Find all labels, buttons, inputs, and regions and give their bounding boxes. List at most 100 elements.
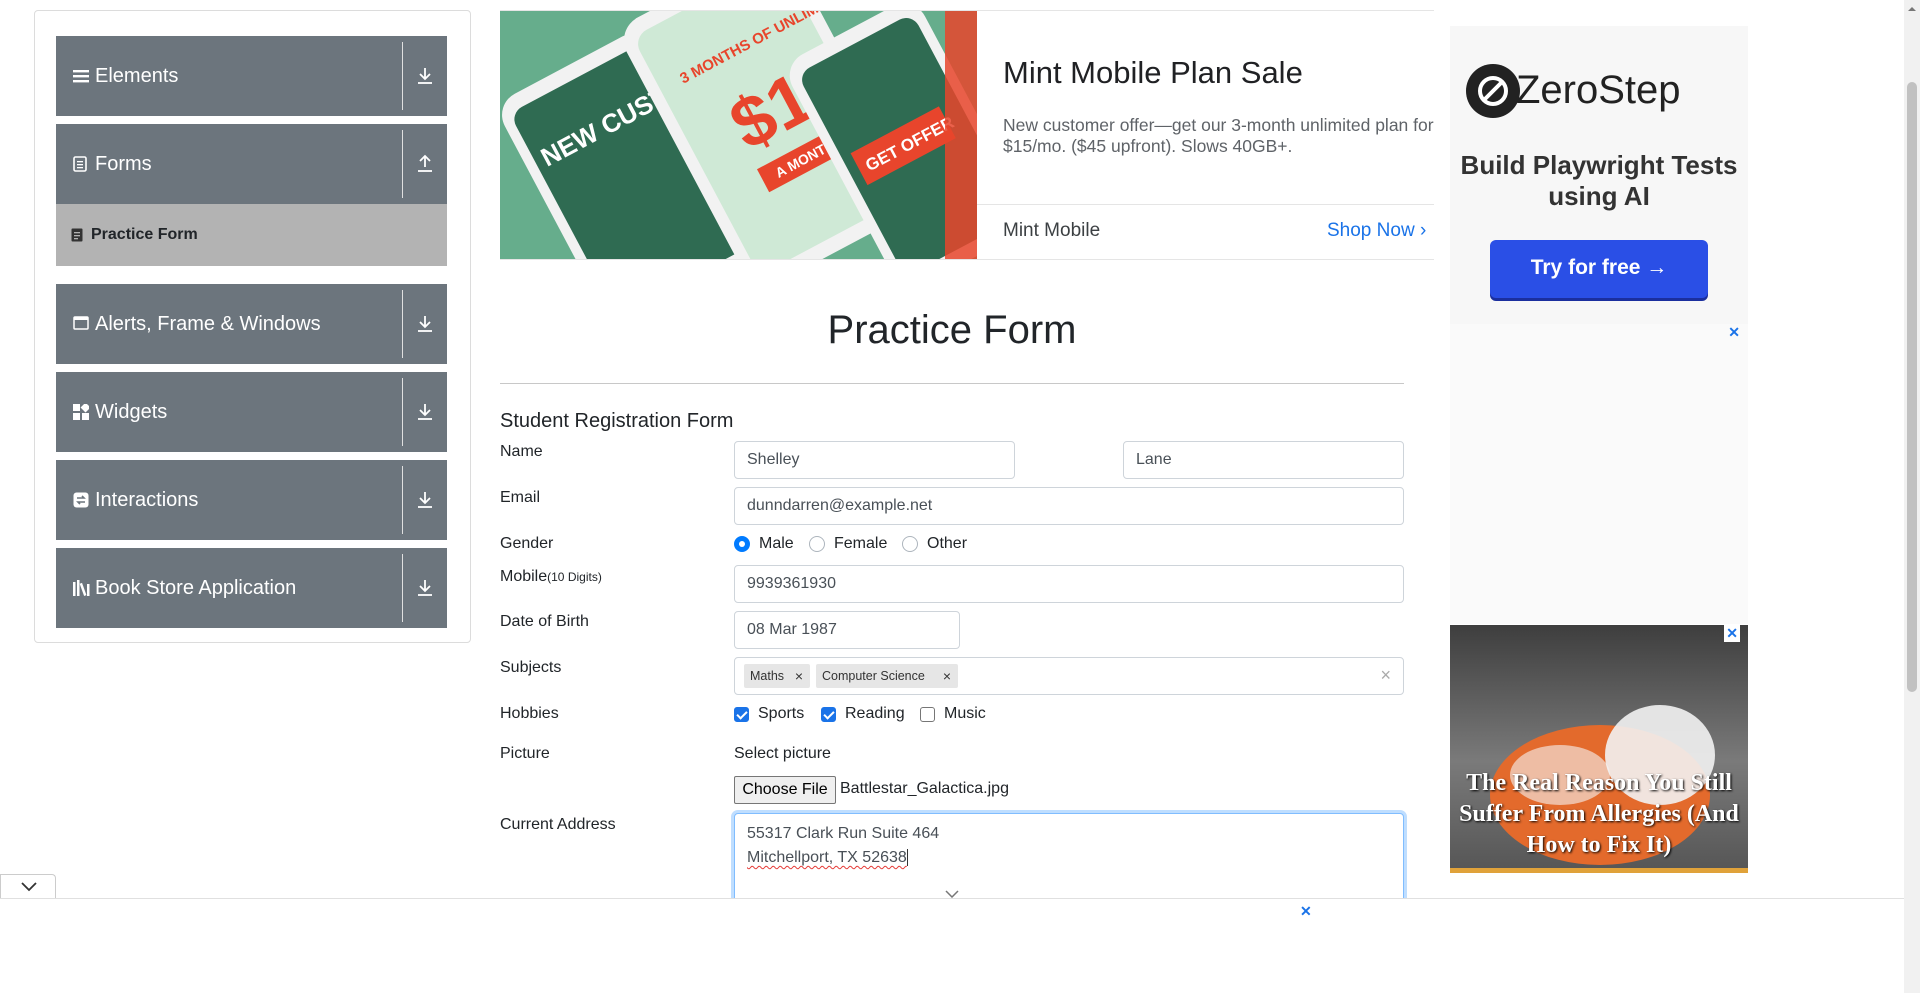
clear-icon[interactable]: × [1380, 665, 1391, 686]
chevron-down-icon [21, 882, 37, 892]
gender-label: Gender [500, 535, 554, 552]
sidebar-group-label: Book Store Application [95, 576, 297, 599]
sidebar-group-alerts[interactable]: Alerts, Frame & Windows [56, 284, 447, 364]
image-ad-headline: The Real Reason You Still Suffer From Al… [1459, 770, 1739, 858]
gender-option-label: Other [927, 535, 968, 552]
email-input[interactable]: dunndarren@example.net [734, 487, 1404, 525]
upload-icon[interactable] [413, 152, 437, 176]
chevron-right-icon: › [1419, 220, 1427, 241]
radio-unchecked[interactable] [902, 536, 918, 552]
picture-label: Picture [500, 745, 550, 762]
top-banner-ad[interactable]: NEW CUSTOMER OFFER 3 MONTHS OF UNLIMITED… [500, 10, 1434, 260]
radio-checked[interactable] [734, 536, 750, 552]
divider [402, 466, 403, 534]
gender-option-label: Female [834, 535, 888, 552]
sidebar-group-forms[interactable]: Forms [56, 124, 447, 204]
shop-now-link[interactable]: Shop Now › [1327, 220, 1426, 242]
ad-placeholder: ✕ [1450, 324, 1748, 624]
sidebar-group-label: Widgets [95, 400, 168, 423]
zerostep-tagline: Build Playwright Tests using AI [1460, 150, 1738, 211]
subject-chip: Maths × [744, 664, 810, 688]
name-label: Name [500, 443, 543, 460]
mobile-input[interactable]: 9939361930 [734, 565, 1404, 603]
divider [402, 378, 403, 446]
gender-other-radio[interactable]: Other [902, 535, 967, 553]
download-icon[interactable] [413, 64, 437, 88]
hobby-sports-checkbox[interactable]: Sports [734, 705, 804, 723]
divider [500, 383, 1404, 384]
widgets-icon [73, 402, 91, 420]
first-name-input[interactable]: Shelley [734, 441, 1015, 479]
radio-unchecked[interactable] [809, 536, 825, 552]
books-icon [73, 580, 90, 596]
gender-option-label: Male [759, 535, 794, 552]
subjects-label: Subjects [500, 659, 562, 676]
current-address-label: Current Address [500, 816, 616, 833]
remove-icon[interactable]: × [936, 668, 958, 684]
sidebar-item-practice-form[interactable]: Practice Form [56, 204, 447, 266]
sidebar-group-label: Interactions [95, 488, 199, 511]
allergy-image-ad[interactable]: ✕ The Real Reason You Still Suffer From … [1450, 625, 1748, 873]
subject-chip-label: Computer Science [822, 669, 925, 683]
divider [1450, 868, 1748, 873]
sidebar: Elements Forms Practice Form Alerts, Fra… [34, 10, 471, 643]
file-name: Battlestar_Galactica.jpg [840, 780, 1009, 797]
gender-female-radio[interactable]: Female [809, 535, 887, 553]
close-icon[interactable]: ✕ [1724, 625, 1740, 642]
mobile-label: Mobile(10 Digits) [500, 568, 602, 586]
scroll-up-icon[interactable] [1904, 2, 1920, 16]
date-of-birth-input[interactable]: 08 Mar 1987 [734, 611, 960, 649]
download-icon[interactable] [413, 488, 437, 512]
sidebar-group-elements[interactable]: Elements [56, 36, 447, 116]
divider [402, 42, 403, 110]
close-icon[interactable]: ✕ [1728, 324, 1740, 341]
download-icon[interactable] [413, 576, 437, 600]
list-icon [73, 68, 89, 84]
subject-chip-label: Maths [750, 669, 785, 683]
collapse-ad-button[interactable] [0, 874, 56, 898]
divider [977, 204, 1434, 205]
download-icon[interactable] [413, 312, 437, 336]
ad-title[interactable]: Mint Mobile Plan Sale [1003, 55, 1303, 91]
close-icon[interactable]: ✕ [1300, 903, 1312, 920]
checkbox-unchecked[interactable] [920, 706, 935, 722]
checkbox-checked[interactable] [821, 706, 836, 722]
ad-brand: Mint Mobile [1003, 220, 1101, 241]
page-title: Practice Form [827, 308, 1077, 352]
hobby-option-label: Sports [758, 705, 805, 722]
zerostep-ad[interactable]: ZeroStep Build Playwright Tests using AI… [1450, 26, 1748, 324]
checkbox-checked[interactable] [734, 706, 749, 722]
zerostep-logo-icon [1466, 64, 1520, 118]
sidebar-group-label: Alerts, Frame & Windows [95, 312, 321, 335]
hobby-reading-checkbox[interactable]: Reading [821, 705, 905, 723]
hobby-option-label: Music [944, 705, 986, 722]
shop-now-label: Shop Now [1327, 220, 1415, 241]
divider [402, 130, 403, 198]
address-line-2: Mitchellport, TX 52638 [747, 849, 907, 866]
current-address-textarea[interactable]: 55317 Clark Run Suite 464 Mitchellport, … [734, 813, 1404, 903]
sidebar-group-widgets[interactable]: Widgets [56, 372, 447, 452]
zerostep-brand: ZeroStep [1516, 68, 1681, 112]
hobby-music-checkbox[interactable]: Music [920, 705, 986, 723]
form-heading: Student Registration Form [500, 410, 734, 432]
file-icon [73, 156, 89, 172]
sidebar-group-label: Elements [95, 64, 179, 87]
mobile-label-text: Mobile [500, 568, 548, 585]
form-icon [71, 228, 83, 242]
last-name-input[interactable]: Lane [1123, 441, 1404, 479]
email-label: Email [500, 489, 541, 506]
hobby-option-label: Reading [845, 705, 905, 722]
scrollbar[interactable] [1904, 0, 1920, 993]
scroll-thumb[interactable] [1907, 82, 1917, 692]
ad-image[interactable]: NEW CUSTOMER OFFER 3 MONTHS OF UNLIMITED… [500, 11, 977, 259]
sidebar-group-book-store[interactable]: Book Store Application [56, 548, 447, 628]
interactions-icon [73, 492, 89, 508]
try-for-free-button[interactable]: Try for free → [1490, 240, 1708, 298]
sidebar-group-interactions[interactable]: Interactions [56, 460, 447, 540]
choose-file-button[interactable]: Choose File [734, 776, 836, 804]
remove-icon[interactable]: × [788, 668, 810, 684]
gender-male-radio[interactable]: Male [734, 535, 794, 553]
download-icon[interactable] [413, 400, 437, 424]
divider [402, 290, 403, 358]
subjects-input[interactable]: Maths × Computer Science × × [734, 657, 1404, 695]
